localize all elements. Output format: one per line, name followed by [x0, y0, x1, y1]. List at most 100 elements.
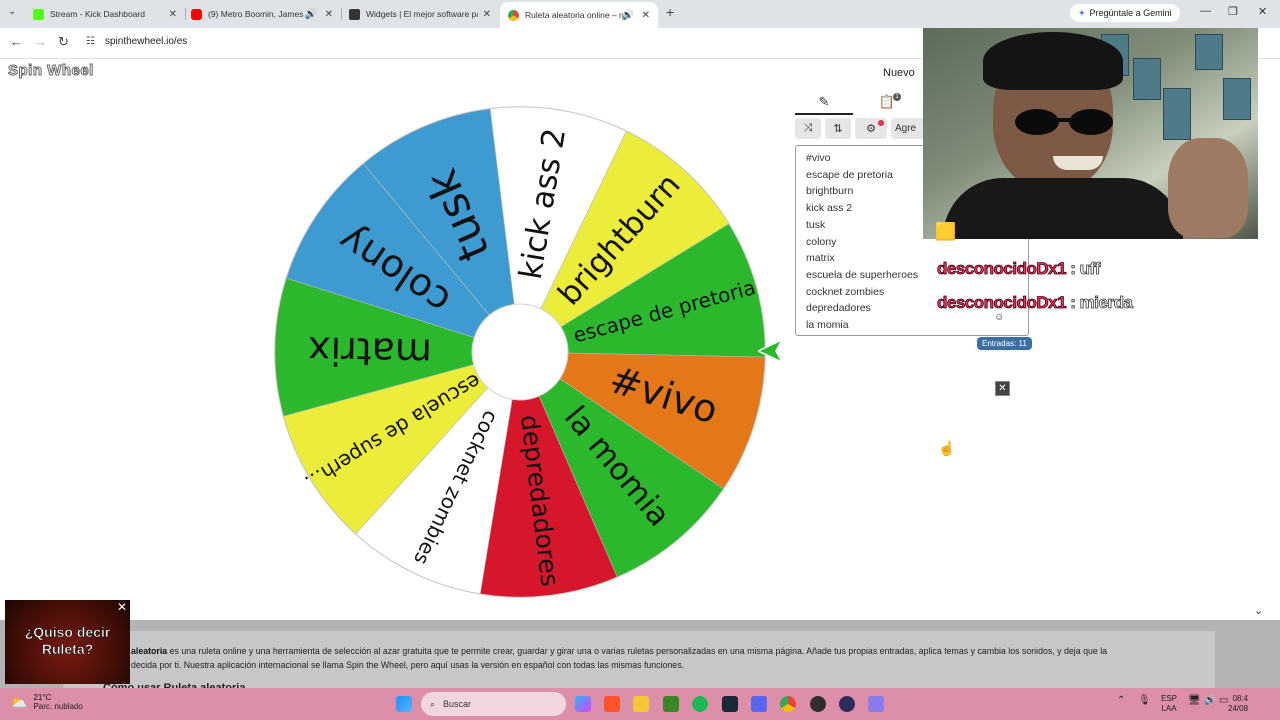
tab-entries[interactable]: ✎ — [795, 91, 853, 115]
description-bold: aleatoria — [131, 646, 168, 656]
entry-line[interactable]: escuela de superheroes — [806, 269, 918, 281]
webcam-overlay — [923, 28, 1258, 239]
streamer-smile — [1053, 156, 1103, 170]
spotify-icon[interactable] — [692, 696, 708, 712]
close-tab-icon[interactable]: ✕ — [325, 9, 333, 20]
network-icon[interactable]: 🖥 — [1188, 695, 1201, 706]
tab-title: (9) Metro Boomin, James Bl — [208, 9, 304, 19]
tab-search-chevron-icon[interactable]: ⌄ — [8, 6, 16, 17]
widgets-icon — [349, 8, 360, 20]
chat-username: desconocidoDx1 — [937, 259, 1067, 279]
brave-icon[interactable] — [604, 696, 620, 712]
tab-ruleta[interactable]: Ruleta aleatoria online – ru 🔊 ✕ — [500, 2, 658, 28]
url-field[interactable]: spinthewheel.io/es — [105, 36, 187, 47]
entry-line[interactable]: tusk — [806, 219, 825, 231]
search-icon: ⌕ — [430, 698, 436, 709]
clock[interactable]: 08:4 24/08 — [1228, 694, 1248, 714]
entry-line[interactable]: kick ass 2 — [806, 202, 852, 214]
copilot-icon[interactable] — [575, 696, 591, 712]
speaker-icon[interactable]: 🔊 — [305, 9, 317, 20]
description-body: es una ruleta online y una herramienta d… — [167, 646, 1108, 656]
notification-dot — [878, 120, 884, 126]
tab-strip: ⌄ Stream - Kick Dashboard ✕ (9) Metro Bo… — [0, 0, 1280, 28]
gemini-button[interactable]: ✦ Pregúntale a Gemini — [1070, 4, 1180, 22]
tab-kick-dashboard[interactable]: Stream - Kick Dashboard ✕ — [25, 3, 185, 25]
new-wheel-button[interactable]: Nuevo — [883, 67, 915, 79]
discord-icon[interactable] — [751, 696, 767, 712]
wheel-center-hub[interactable] — [471, 303, 569, 401]
close-ad-icon[interactable]: ✕ — [116, 601, 128, 613]
entry-line[interactable]: matrix — [806, 252, 835, 264]
add-entry-button[interactable]: Agre — [891, 118, 923, 139]
tab-results[interactable]: 📋 1 — [861, 91, 919, 113]
gemini-icon: ✦ — [1078, 7, 1086, 18]
chat-username: desconocidoDx1 — [937, 293, 1067, 313]
entry-line[interactable]: depredadores — [806, 302, 871, 314]
language-code: ESP — [1161, 694, 1178, 703]
back-icon[interactable]: ← — [10, 34, 23, 49]
temperature: 21°C — [33, 693, 52, 702]
entry-line[interactable]: la momia — [806, 319, 849, 331]
maximize-icon[interactable]: ❐ — [1228, 5, 1238, 18]
tray-chevron-icon[interactable]: ⌃ — [1117, 695, 1125, 706]
file-explorer-icon[interactable] — [633, 696, 649, 712]
close-window-icon[interactable]: ✕ — [1258, 5, 1267, 18]
settings-icon: ⚙ — [866, 123, 876, 135]
new-tab-button[interactable]: + — [666, 4, 674, 20]
steam-icon[interactable] — [722, 696, 738, 712]
shuffle-button[interactable]: ⤨ — [795, 118, 821, 139]
forward-icon[interactable]: → — [34, 34, 47, 49]
entries-toolbar: ⤨ ⇅ ⚙ Agre — [795, 118, 923, 139]
minimize-icon[interactable]: — — [1200, 5, 1211, 17]
sunglasses-icon — [1015, 109, 1113, 135]
description-text: aleatoria es una ruleta online y una her… — [131, 645, 1201, 672]
entry-line[interactable]: brightburn — [806, 185, 853, 197]
speaker-icon[interactable]: 🔊 — [622, 10, 634, 21]
wall-poster — [1195, 34, 1223, 70]
spin-wheel[interactable]: kick ass 2brightburnescape de pretoria#v… — [270, 102, 770, 602]
start-icon[interactable] — [396, 696, 412, 712]
reload-icon[interactable]: ↻ — [58, 34, 69, 50]
entry-line[interactable]: colony — [806, 236, 836, 248]
site-logo[interactable]: Spin Wheel — [8, 62, 94, 80]
app-icon[interactable] — [839, 696, 855, 712]
volume-icon[interactable]: 🔊 — [1204, 695, 1216, 706]
entry-line[interactable]: #vivo — [806, 152, 831, 164]
results-count-badge: 1 — [893, 93, 902, 101]
streamer-hair — [983, 32, 1123, 90]
site-info-icon[interactable]: ☷ — [86, 36, 95, 47]
settings-button[interactable]: ⚙ — [855, 118, 887, 139]
close-tab-icon[interactable]: ✕ — [642, 10, 650, 21]
obs-icon[interactable] — [810, 696, 826, 712]
tab-widgets[interactable]: Widgets | El mejor software pa ✕ — [341, 3, 499, 25]
language-indicator[interactable]: ESP LAA — [1161, 694, 1177, 714]
description-body-2: decida por ti. Nuestra aplicación intern… — [131, 659, 685, 670]
taskbar-search[interactable]: ⌕ Buscar — [421, 692, 566, 716]
close-tab-icon[interactable]: ✕ — [483, 9, 491, 20]
close-popup-icon[interactable]: ✕ — [995, 381, 1010, 396]
entry-line[interactable]: escape de pretoria — [806, 169, 893, 181]
tab-title: Widgets | El mejor software pa — [366, 9, 478, 19]
tab-youtube[interactable]: (9) Metro Boomin, James Bl 🔊 ✕ — [183, 3, 341, 25]
minecraft-icon[interactable] — [663, 696, 679, 712]
hand-cursor-icon: ☝ — [938, 440, 956, 456]
ad-text: ¿Quiso decir Ruleta? — [5, 624, 130, 658]
weather-condition: Parc. nublado — [33, 702, 83, 711]
weather-widget[interactable]: ⛅ 21°C Parc. nublado — [10, 693, 83, 711]
youtube-icon — [191, 8, 202, 20]
clock-date: 24/08 — [1228, 704, 1249, 713]
entry-line[interactable]: cocknet zombies — [806, 286, 884, 298]
wheel-segment-label: matrix — [308, 328, 433, 375]
app-icon-2[interactable] — [868, 696, 884, 712]
expand-chevron-icon[interactable]: ⌄ — [1254, 604, 1263, 617]
roulette-ad[interactable]: ¿Quiso decir Ruleta? ✕ — [5, 600, 130, 684]
ad-line-1: ¿Quiso decir — [24, 624, 111, 641]
microphone-icon[interactable]: 🎙 — [1138, 695, 1151, 706]
chat-partial-text: 🟨 — [935, 222, 957, 241]
close-tab-icon[interactable]: ✕ — [169, 9, 177, 20]
gemini-label: Pregúntale a Gemini — [1089, 8, 1172, 18]
pencil-icon: ✎ — [818, 94, 830, 109]
chrome-icon[interactable] — [780, 696, 796, 712]
sort-button[interactable]: ⇅ — [825, 118, 851, 139]
emoji-icon[interactable]: ☺ — [994, 312, 1004, 323]
